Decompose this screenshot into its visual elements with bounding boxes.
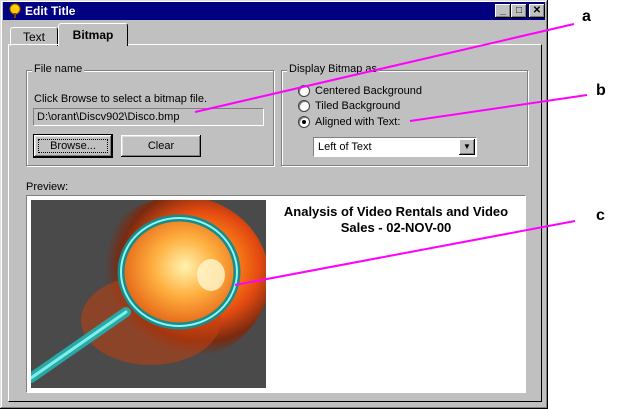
callout-label-b: b bbox=[596, 82, 606, 99]
callout-line-b bbox=[409, 94, 588, 122]
callout-label-c: c bbox=[596, 207, 605, 224]
callout-lines bbox=[194, 23, 588, 286]
callout-label-a: a bbox=[582, 8, 591, 25]
callout-line-a bbox=[194, 23, 575, 113]
callout-line-c bbox=[234, 220, 576, 286]
tab-bitmap[interactable]: Bitmap bbox=[58, 23, 128, 46]
tab-join bbox=[59, 44, 125, 46]
